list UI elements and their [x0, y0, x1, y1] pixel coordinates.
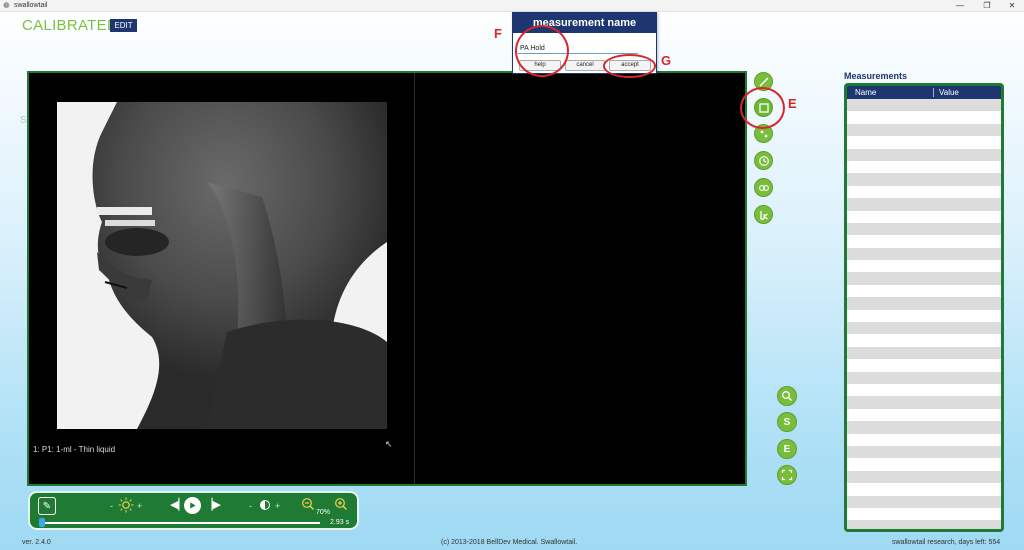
table-row[interactable] [847, 136, 1001, 149]
close-button[interactable]: ✕ [1002, 0, 1022, 12]
cancel-button[interactable]: cancel [565, 60, 605, 71]
table-row[interactable] [847, 433, 1001, 446]
title-bar: ❁ swallowtail — ❐ ✕ [0, 0, 1024, 12]
annotation-circle-g [603, 54, 656, 78]
points-icon [760, 130, 767, 137]
play-icon [190, 502, 196, 509]
measurements-header: Name Value [847, 86, 1001, 99]
table-row[interactable] [847, 396, 1001, 409]
license-status: swallowtail research, days left: 554 [892, 539, 1001, 546]
table-row[interactable] [847, 483, 1001, 496]
table-row[interactable] [847, 445, 1001, 459]
table-row[interactable] [847, 247, 1001, 261]
lk-tool-button[interactable] [754, 205, 773, 224]
table-row[interactable] [847, 470, 1001, 484]
next-frame-button[interactable]: ▕▶ [204, 498, 221, 511]
maximize-button[interactable]: ❐ [977, 0, 997, 12]
annotation-label-f: F [494, 26, 502, 41]
video-viewer[interactable]: 1: P1: 1-ml - Thin liquid ↖ [27, 71, 747, 486]
mouse-cursor-icon: ↖ [385, 439, 393, 449]
copyright-label: (c) 2013-2018 BellDev Medical. Swallowta… [441, 539, 578, 546]
link-tool-button[interactable] [754, 178, 773, 197]
table-row[interactable] [847, 222, 1001, 236]
table-row[interactable] [847, 99, 1001, 112]
table-row[interactable] [847, 210, 1001, 223]
table-row[interactable] [847, 185, 1001, 199]
line-icon [759, 77, 768, 86]
zoom-in-icon[interactable] [334, 497, 348, 511]
video-label: 1: P1: 1-ml - Thin liquid [33, 445, 116, 454]
table-row[interactable] [847, 346, 1001, 360]
table-row[interactable] [847, 160, 1001, 174]
version-label: ver. 2.4.0 [22, 539, 51, 546]
xray-video-frame[interactable] [57, 102, 387, 429]
xray-image [57, 102, 387, 429]
current-time: 2.93 s [330, 519, 350, 526]
table-row[interactable] [847, 260, 1001, 273]
table-row[interactable] [847, 520, 1001, 529]
table-row[interactable] [847, 421, 1001, 434]
timer-tool-button[interactable] [754, 151, 773, 170]
table-row[interactable] [847, 173, 1001, 186]
annotation-circle-e [740, 87, 785, 129]
table-row[interactable] [847, 235, 1001, 248]
fit-screen-button[interactable] [777, 465, 797, 485]
table-row[interactable] [847, 507, 1001, 521]
measurements-title: Measurements [844, 71, 908, 81]
table-row[interactable] [847, 123, 1001, 137]
end-marker-button[interactable]: E [777, 439, 797, 459]
table-row[interactable] [847, 334, 1001, 347]
pencil-icon: ✎ [42, 500, 52, 512]
brightness-increase[interactable]: + [137, 501, 142, 511]
minimize-button[interactable]: — [950, 0, 970, 12]
measurements-rows [847, 99, 1001, 529]
brightness-decrease[interactable]: - [110, 501, 113, 511]
table-row[interactable] [847, 284, 1001, 298]
table-row[interactable] [847, 322, 1001, 335]
edit-calibration-button[interactable]: EDIT [110, 19, 137, 32]
column-value-header: Value [939, 88, 959, 97]
zoom-out-icon[interactable] [301, 497, 315, 511]
table-row[interactable] [847, 408, 1001, 422]
contrast-icon [260, 500, 270, 510]
table-row[interactable] [847, 148, 1001, 161]
window-title: swallowtail [14, 2, 48, 9]
column-name-header: Name [855, 88, 877, 97]
table-row[interactable] [847, 297, 1001, 310]
column-separator [933, 88, 934, 97]
lk-icon [759, 210, 768, 220]
zoom-level: 70% [316, 509, 331, 516]
calibration-status: CALIBRATED [22, 17, 119, 34]
table-row[interactable] [847, 359, 1001, 372]
table-row[interactable] [847, 371, 1001, 384]
viewer-divider [414, 73, 415, 484]
faded-label: S [20, 115, 27, 126]
table-row[interactable] [847, 309, 1001, 323]
zoom-search-button[interactable] [777, 386, 797, 406]
annotate-edit-button[interactable]: ✎ [38, 497, 56, 515]
table-row[interactable] [847, 111, 1001, 124]
annotation-label-e: E [788, 96, 797, 111]
fit-screen-icon [781, 469, 793, 481]
annotation-circle-f [515, 25, 569, 77]
playback-controls: ✎ - + ◀▏ ▕▶ - + 70% 2.93 s [28, 491, 359, 530]
timeline-slider[interactable] [42, 522, 320, 524]
measurements-table: Name Value [844, 83, 1004, 532]
play-button[interactable] [184, 497, 201, 514]
table-row[interactable] [847, 495, 1001, 508]
table-row[interactable] [847, 383, 1001, 397]
contrast-decrease[interactable]: - [249, 501, 252, 511]
contrast-increase[interactable]: + [275, 501, 280, 511]
clock-icon [758, 155, 769, 166]
swallowtail-app-icon: ❁ [3, 1, 10, 10]
brightness-sun-icon [118, 497, 134, 513]
annotation-label-g: G [661, 53, 672, 68]
start-marker-button[interactable]: S [777, 412, 797, 432]
link-icon [758, 184, 769, 191]
table-row[interactable] [847, 458, 1001, 471]
table-row[interactable] [847, 272, 1001, 285]
search-icon [782, 391, 793, 402]
timeline-thumb[interactable] [39, 518, 45, 527]
table-row[interactable] [847, 198, 1001, 211]
